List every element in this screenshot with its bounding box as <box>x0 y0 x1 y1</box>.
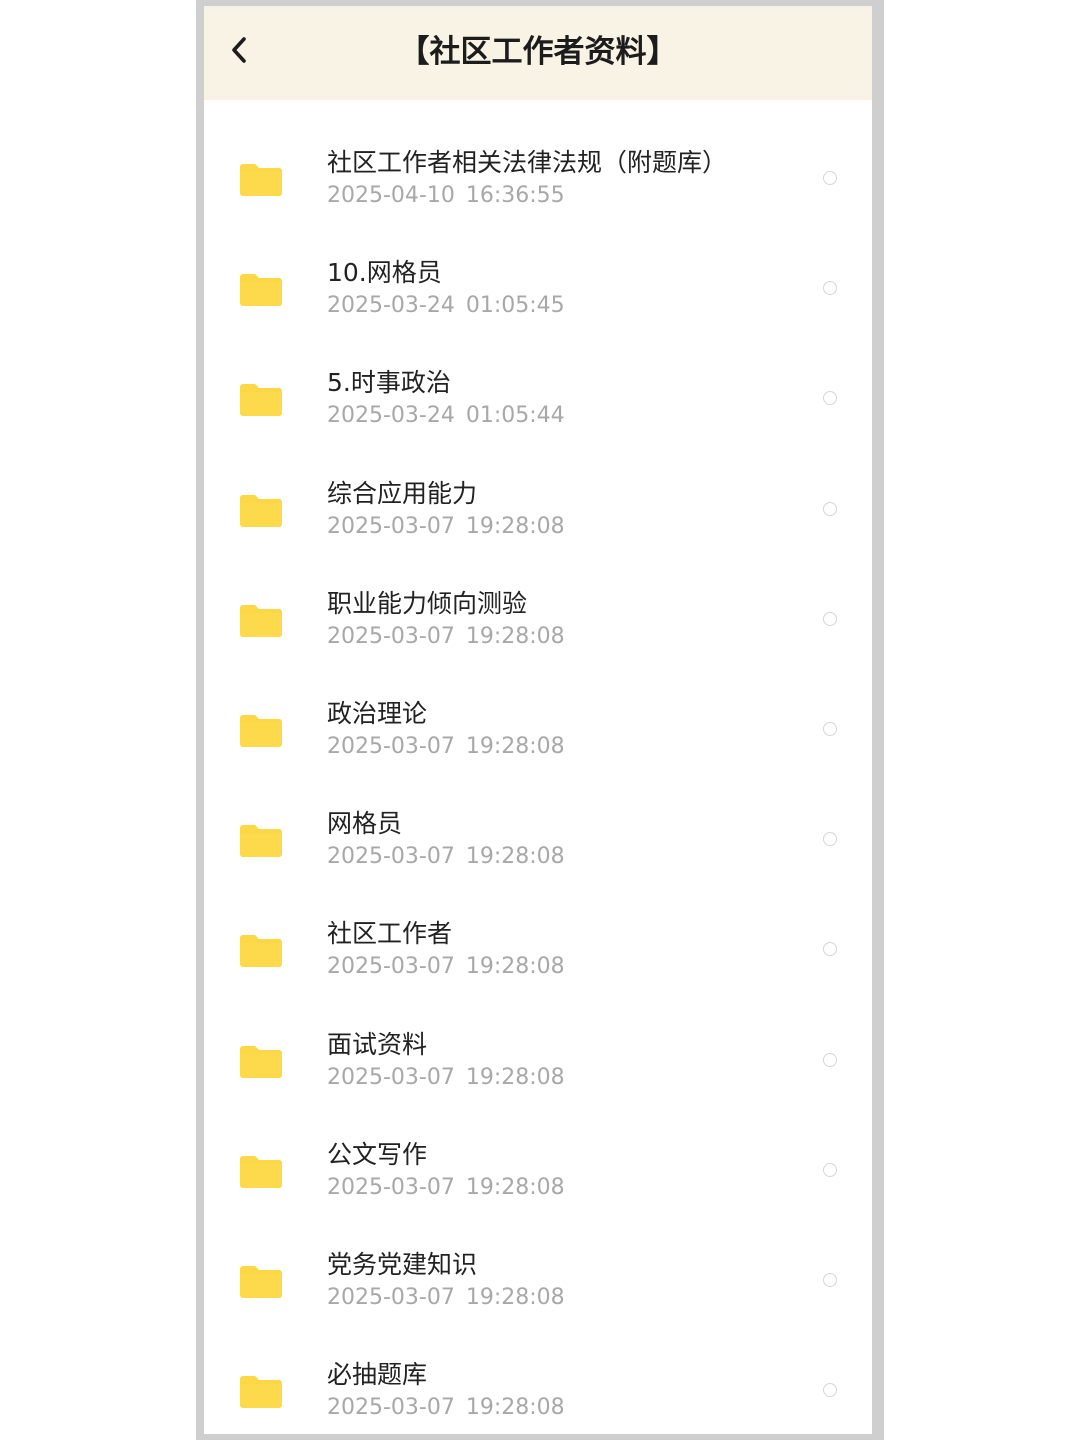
file-date: 2025-03-07 19:28:08 <box>327 733 565 759</box>
file-date: 2025-04-10 16:36:55 <box>327 183 565 208</box>
file-texts: 社区工作者 2025-03-07 19:28:08 <box>327 917 807 983</box>
folder-icon <box>240 603 282 637</box>
file-name: 政治理论 <box>327 698 428 728</box>
select-radio[interactable] <box>823 832 837 847</box>
file-date: 2025-03-07 19:28:08 <box>327 844 565 870</box>
file-name: 综合应用能力 <box>327 478 478 508</box>
folder-icon <box>240 162 282 196</box>
folder-icon <box>240 382 282 417</box>
select-radio[interactable] <box>823 391 837 406</box>
select-radio[interactable] <box>823 721 837 736</box>
file-texts: 政治理论 2025-03-07 19:28:08 <box>327 697 807 763</box>
file-texts: 网格员 2025-03-07 19:28:08 <box>327 807 807 873</box>
file-row-4[interactable]: 综合应用能力 2025-03-07 19:28:08 <box>204 455 872 565</box>
folder-icon <box>240 1264 282 1298</box>
file-date: 2025-03-24 01:05:44 <box>327 403 565 429</box>
file-texts: 职业能力倾向测验 2025-03-07 19:28:08 <box>327 587 807 653</box>
file-texts: 党务党建知识 2025-03-07 19:28:08 <box>327 1248 807 1314</box>
folder-icon <box>240 1154 282 1188</box>
select-radio[interactable] <box>823 171 837 185</box>
file-date: 2025-03-07 19:28:08 <box>327 1064 565 1090</box>
select-radio[interactable] <box>823 1052 837 1067</box>
file-row-12[interactable]: 必抽题库 2025-03-07 19:28:08 <box>204 1336 872 1434</box>
file-texts: 5.时事政治 2025-03-24 01:05:44 <box>327 366 807 432</box>
select-radio[interactable] <box>823 281 837 296</box>
folder-icon <box>240 1374 282 1409</box>
file-name: 10.网格员 <box>327 258 442 288</box>
file-name: 5.时事政治 <box>327 368 451 398</box>
file-name: 党务党建知识 <box>327 1249 478 1279</box>
file-texts: 综合应用能力 2025-03-07 19:28:08 <box>327 477 807 543</box>
folder-icon <box>240 933 282 968</box>
file-date: 2025-03-07 19:28:08 <box>327 954 565 980</box>
file-row-11[interactable]: 党务党建知识 2025-03-07 19:28:08 <box>204 1226 872 1336</box>
folder-icon <box>240 823 282 858</box>
file-row-1[interactable]: 社区工作者相关法律法规（附题库） 2025-04-10 16:36:55 <box>204 124 872 234</box>
top-bar: 【社区工作者资料】 <box>204 6 872 100</box>
file-date: 2025-03-07 19:28:08 <box>327 513 565 539</box>
file-texts: 面试资料 2025-03-07 19:28:08 <box>327 1028 807 1094</box>
file-name: 面试资料 <box>327 1029 428 1059</box>
back-button[interactable] <box>224 30 256 70</box>
file-date: 2025-03-07 19:28:08 <box>327 623 565 649</box>
page-title: 【社区工作者资料】 <box>398 34 678 70</box>
file-name: 社区工作者 <box>327 919 453 949</box>
file-row-9[interactable]: 面试资料 2025-03-07 19:28:08 <box>204 1006 872 1116</box>
app-screen: 【社区工作者资料】 社区工作者相关法律法规（附题库） 2025-04-10 16… <box>204 6 872 1434</box>
folder-icon <box>240 493 282 527</box>
file-date: 2025-03-07 19:28:08 <box>327 1174 565 1200</box>
select-radio[interactable] <box>823 611 837 626</box>
file-row-6[interactable]: 政治理论 2025-03-07 19:28:08 <box>204 675 872 785</box>
select-radio[interactable] <box>823 501 837 516</box>
file-name: 必抽题库 <box>327 1360 428 1390</box>
file-name: 职业能力倾向测验 <box>327 588 528 618</box>
file-row-5[interactable]: 职业能力倾向测验 2025-03-07 19:28:08 <box>204 565 872 675</box>
file-date: 2025-03-07 19:28:08 <box>327 1395 565 1421</box>
file-texts: 必抽题库 2025-03-07 19:28:08 <box>327 1358 807 1424</box>
file-texts: 公文写作 2025-03-07 19:28:08 <box>327 1138 807 1204</box>
file-row-2[interactable]: 10.网格员 2025-03-24 01:05:45 <box>204 234 872 344</box>
select-radio[interactable] <box>823 1272 837 1287</box>
select-radio[interactable] <box>823 1162 837 1177</box>
file-row-8[interactable]: 社区工作者 2025-03-07 19:28:08 <box>204 895 872 1005</box>
select-radio[interactable] <box>823 1383 837 1398</box>
file-row-7[interactable]: 网格员 2025-03-07 19:28:08 <box>204 785 872 895</box>
file-row-10[interactable]: 公文写作 2025-03-07 19:28:08 <box>204 1116 872 1226</box>
folder-icon <box>240 272 282 307</box>
file-date: 2025-03-24 01:05:45 <box>327 293 565 319</box>
chevron-left-icon <box>232 37 246 63</box>
file-list: 社区工作者相关法律法规（附题库） 2025-04-10 16:36:55 10.… <box>204 124 872 1434</box>
file-date: 2025-03-07 19:28:08 <box>327 1284 565 1310</box>
file-row-3[interactable]: 5.时事政治 2025-03-24 01:05:44 <box>204 344 872 454</box>
file-texts: 社区工作者相关法律法规（附题库） 2025-04-10 16:36:55 <box>327 146 807 212</box>
select-radio[interactable] <box>823 942 837 957</box>
file-name: 社区工作者相关法律法规（附题库） <box>327 148 728 177</box>
file-texts: 10.网格员 2025-03-24 01:05:45 <box>327 256 807 322</box>
device-frame: 【社区工作者资料】 社区工作者相关法律法规（附题库） 2025-04-10 16… <box>196 0 884 1440</box>
file-name: 网格员 <box>327 809 403 839</box>
folder-icon <box>240 1044 282 1078</box>
folder-icon <box>240 713 282 747</box>
file-name: 公文写作 <box>327 1139 428 1169</box>
